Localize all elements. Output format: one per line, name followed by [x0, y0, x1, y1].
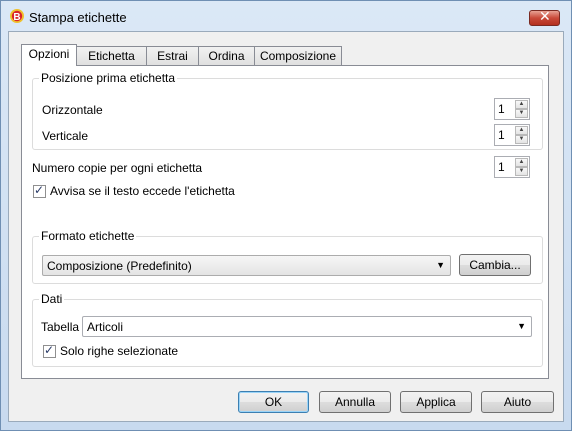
table-selected: Articoli: [87, 320, 124, 334]
table-label: Tabella: [41, 320, 80, 334]
tab-opzioni[interactable]: Opzioni: [21, 44, 77, 66]
tab-label: Composizione: [259, 49, 337, 63]
dialog-window: B Stampa etichette ✕ Opzioni Etichetta E…: [0, 0, 572, 431]
chevron-down-icon: ▼: [436, 260, 445, 270]
tab-estrai[interactable]: Estrai: [146, 46, 199, 65]
horizontal-value: 1: [498, 102, 505, 116]
horizontal-spinner[interactable]: 1 ▲ ▼: [494, 98, 530, 120]
checkmark-icon: ✓: [44, 343, 55, 357]
format-dropdown[interactable]: Composizione (Predefinito) ▼: [42, 255, 451, 276]
tab-panel-opzioni: Posizione prima etichetta Orizzontale 1 …: [21, 65, 549, 379]
copies-label: Numero copie per ogni etichetta: [32, 161, 203, 175]
title-bar[interactable]: B Stampa etichette ✕: [1, 1, 571, 31]
tab-composizione[interactable]: Composizione: [254, 46, 342, 65]
close-button[interactable]: ✕: [529, 9, 560, 26]
position-group: Posizione prima etichetta Orizzontale 1 …: [32, 71, 543, 150]
svg-text:B: B: [13, 12, 20, 23]
dialog-body: Opzioni Etichetta Estrai Ordina Composiz…: [8, 31, 564, 422]
tab-ordina[interactable]: Ordina: [198, 46, 255, 65]
tab-etichetta[interactable]: Etichetta: [76, 46, 147, 65]
spin-up-icon[interactable]: ▲: [515, 158, 528, 167]
window-title: Stampa etichette: [29, 10, 127, 25]
tab-label: Etichetta: [88, 49, 135, 63]
close-icon: ✕: [539, 9, 551, 25]
position-group-title: Posizione prima etichetta: [39, 71, 178, 85]
format-selected: Composizione (Predefinito): [47, 259, 192, 273]
tab-label: Estrai: [157, 49, 188, 63]
warn-overflow-label: Avvisa se il testo eccede l'etichetta: [50, 184, 235, 198]
vertical-spinner[interactable]: 1 ▲ ▼: [494, 124, 530, 146]
spin-down-icon[interactable]: ▼: [515, 135, 528, 144]
chevron-down-icon: ▼: [517, 321, 526, 331]
app-logo-icon: B: [10, 9, 24, 23]
vertical-value: 1: [498, 128, 505, 142]
warn-overflow-checkbox[interactable]: ✓: [33, 183, 46, 198]
table-dropdown[interactable]: Articoli ▼: [82, 316, 532, 337]
format-group: Formato etichette Composizione (Predefin…: [32, 229, 543, 284]
spin-down-icon[interactable]: ▼: [515, 109, 528, 118]
apply-button[interactable]: Applica: [400, 391, 472, 413]
tab-label: Ordina: [208, 49, 245, 63]
copies-value: 1: [498, 160, 505, 174]
tab-label: Opzioni: [28, 47, 70, 61]
horizontal-label: Orizzontale: [42, 103, 103, 117]
spin-up-icon[interactable]: ▲: [515, 100, 528, 109]
data-group-title: Dati: [39, 292, 65, 306]
help-button[interactable]: Aiuto: [481, 391, 554, 413]
change-format-button[interactable]: Cambia...: [459, 254, 531, 276]
ok-button[interactable]: OK: [238, 391, 309, 413]
copies-spinner[interactable]: 1 ▲ ▼: [494, 156, 530, 178]
format-group-title: Formato etichette: [39, 229, 137, 243]
spin-up-icon[interactable]: ▲: [515, 126, 528, 135]
selected-rows-label: Solo righe selezionate: [60, 344, 179, 358]
checkmark-icon: ✓: [34, 183, 45, 197]
data-group: Dati Tabella Articoli ▼ ✓ Solo righe sel…: [32, 292, 543, 367]
selected-rows-checkbox[interactable]: ✓: [43, 343, 56, 358]
vertical-label: Verticale: [42, 129, 89, 143]
cancel-button[interactable]: Annulla: [319, 391, 391, 413]
spin-down-icon[interactable]: ▼: [515, 167, 528, 176]
